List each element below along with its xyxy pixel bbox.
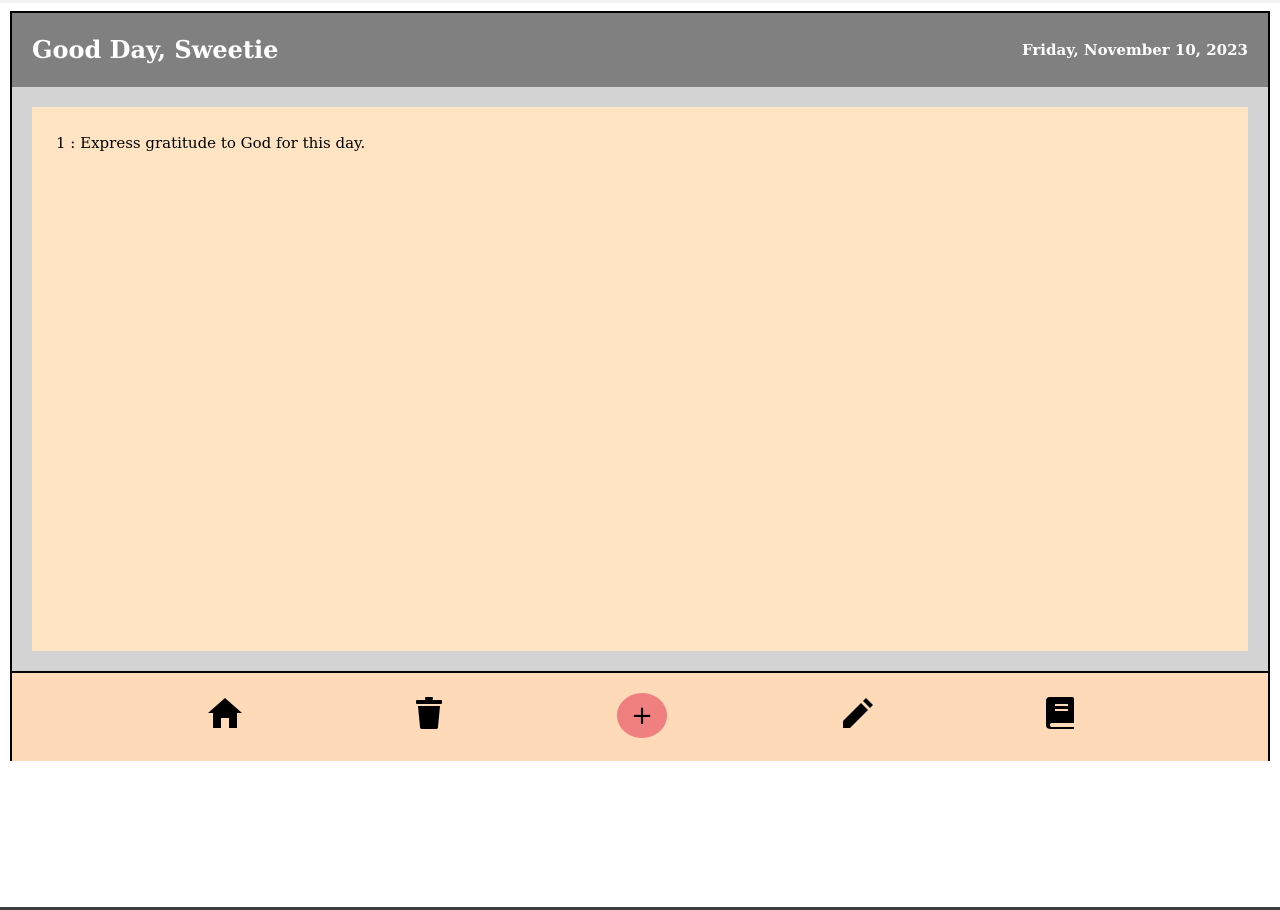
current-date: Friday, November 10, 2023	[1022, 41, 1248, 59]
journal-button[interactable]	[1040, 693, 1080, 733]
add-task-button[interactable]: +	[617, 693, 667, 738]
greeting-title: Good Day, Sweetie	[32, 35, 279, 64]
task-item[interactable]: 1 : Express gratitude to God for this da…	[56, 133, 365, 153]
header-bar: Good Day, Sweetie Friday, November 10, 2…	[12, 13, 1268, 87]
plus-icon: +	[631, 700, 653, 731]
home-button[interactable]	[205, 693, 245, 733]
book-icon	[1046, 697, 1074, 729]
delete-button[interactable]	[409, 693, 449, 733]
trash-icon	[416, 697, 442, 729]
pencil-icon	[843, 698, 873, 728]
window-top-edge	[0, 0, 1280, 3]
app-window: Good Day, Sweetie Friday, November 10, 2…	[10, 11, 1270, 761]
home-icon	[208, 698, 242, 728]
edit-button[interactable]	[838, 693, 878, 733]
bottom-nav-bar: +	[12, 671, 1268, 761]
task-list-panel: 1 : Express gratitude to God for this da…	[32, 107, 1248, 651]
